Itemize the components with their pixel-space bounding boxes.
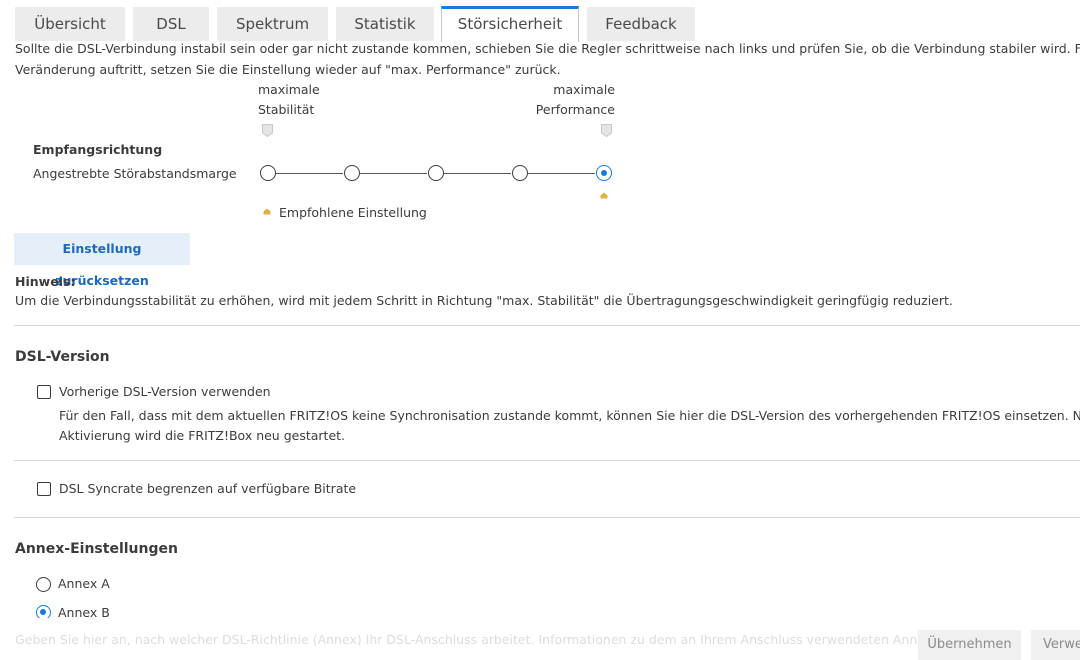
empfang-row-label: Angestrebte Störabstandsmarge bbox=[33, 166, 237, 181]
slider-segment bbox=[528, 173, 595, 174]
previous-dsl-version-checkbox[interactable] bbox=[37, 385, 51, 399]
slider-step-5[interactable] bbox=[596, 165, 612, 181]
tab-dsl[interactable]: DSL bbox=[133, 7, 209, 41]
slider-segment bbox=[276, 173, 343, 174]
divider bbox=[14, 325, 1080, 326]
scale-left-line-1: maximale bbox=[258, 82, 320, 97]
intro-text: Sollte die DSL-Verbindung instabil sein … bbox=[15, 38, 1080, 80]
slider-step-2[interactable] bbox=[344, 165, 360, 181]
divider bbox=[14, 460, 1080, 461]
recommended-legend-icon bbox=[263, 208, 271, 215]
scale-right-line-2: Performance bbox=[535, 102, 615, 117]
scale-right-marker-icon bbox=[601, 124, 612, 137]
slider-segment bbox=[444, 173, 511, 174]
dsl-version-desc-line-2: Aktivierung wird die FRITZ!Box neu gesta… bbox=[59, 428, 346, 443]
scale-right-line-1: maximale bbox=[553, 82, 615, 97]
tab-spektrum[interactable]: Spektrum bbox=[217, 7, 328, 41]
annex-a-radio[interactable] bbox=[36, 577, 51, 592]
annex-description-faded: Geben Sie hier an, nach welcher DSL-Rich… bbox=[15, 632, 957, 647]
tab-bar: Übersicht DSL Spektrum Statistik Störsic… bbox=[0, 0, 1080, 42]
scale-right-label: maximale Performance bbox=[520, 80, 615, 120]
scale-left-label: maximale Stabilität bbox=[258, 80, 320, 120]
tab-stoersicherheit[interactable]: Störsicherheit bbox=[441, 6, 579, 42]
intro-line-1: Sollte die DSL-Verbindung instabil sein … bbox=[15, 41, 1080, 56]
recommended-marker-icon bbox=[600, 192, 608, 199]
tab-statistik[interactable]: Statistik bbox=[336, 7, 434, 41]
tab-uebersicht[interactable]: Übersicht bbox=[15, 7, 125, 41]
scale-left-line-2: Stabilität bbox=[258, 102, 315, 117]
annex-title: Annex-Einstellungen bbox=[15, 541, 178, 557]
syncrate-limit-checkbox[interactable] bbox=[37, 482, 51, 496]
empfang-heading: Empfangsrichtung bbox=[33, 142, 163, 157]
dsl-version-title: DSL-Version bbox=[15, 349, 110, 365]
divider bbox=[14, 517, 1080, 518]
intro-line-2: Veränderung auftritt, setzen Sie die Ein… bbox=[15, 62, 561, 77]
slider-segment bbox=[360, 173, 427, 174]
reset-settings-button[interactable]: Einstellung zurücksetzen bbox=[14, 233, 190, 288]
recommended-label: Empfohlene Einstellung bbox=[279, 205, 427, 220]
scale-left-marker-icon bbox=[262, 124, 273, 137]
slider-step-4[interactable] bbox=[512, 165, 528, 181]
dsl-version-desc-line-1: Für den Fall, dass mit dem aktuellen FRI… bbox=[59, 408, 1080, 423]
slider-step-1[interactable] bbox=[260, 165, 276, 181]
annex-a-label[interactable]: Annex A bbox=[58, 573, 110, 594]
tab-feedback[interactable]: Feedback bbox=[587, 7, 695, 41]
hint-text: Um die Verbindungsstabilität zu erhöhen,… bbox=[15, 293, 953, 308]
syncrate-limit-label[interactable]: DSL Syncrate begrenzen auf verfügbare Bi… bbox=[59, 478, 356, 499]
hint-title: Hinweis: bbox=[15, 274, 76, 289]
slider-step-3[interactable] bbox=[428, 165, 444, 181]
previous-dsl-version-label[interactable]: Vorherige DSL-Version verwenden bbox=[59, 381, 271, 402]
